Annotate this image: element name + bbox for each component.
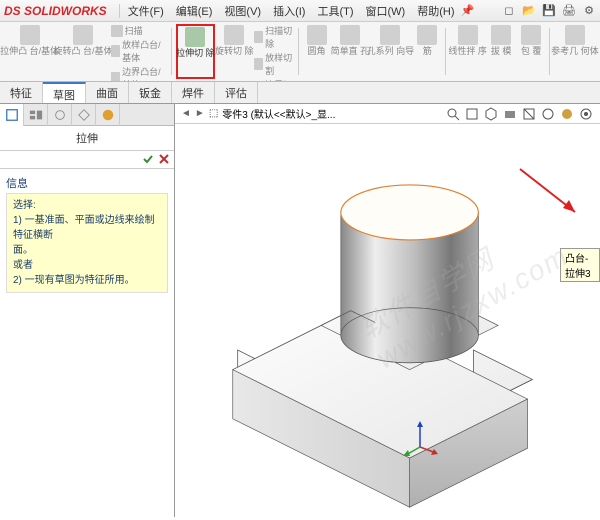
tab-evaluate[interactable]: 评估	[215, 82, 258, 103]
panel-tab-display[interactable]	[48, 104, 72, 126]
menu-tools[interactable]: 工具(T)	[311, 3, 359, 19]
logo-name: SOLIDWORKS	[24, 4, 107, 18]
fillet-button[interactable]: 圆角	[303, 24, 331, 79]
info-or: 或者	[13, 258, 161, 273]
info-line1: 1) 一基准面、平面或边线来绘制特征横断 面。	[13, 213, 161, 258]
menu-bar: DS SOLIDWORKS 文件(F) 编辑(E) 视图(V) 插入(I) 工具…	[0, 0, 600, 22]
tab-sheetmetal[interactable]: 钣金	[129, 82, 172, 103]
pattern-button[interactable]: 简单直 孔	[333, 24, 368, 79]
ribbon: 拉伸凸 台/基体 旋转凸 台/基体 扫描 放样凸台/基体 边界凸台/基体 拉伸切…	[0, 22, 600, 82]
quick-access: ◻ 📂 💾 🖨 ⚙	[502, 4, 596, 18]
origin-triad-icon	[400, 417, 440, 457]
feature-tooltip: 凸台-拉伸3	[560, 248, 600, 282]
loft-button[interactable]: 放样凸台/基体	[111, 38, 168, 64]
annotation-arrow	[515, 164, 595, 224]
menu-insert[interactable]: 插入(I)	[267, 3, 311, 19]
zoom-fit-icon[interactable]	[445, 106, 461, 122]
menu-view[interactable]: 视图(V)	[218, 3, 267, 19]
sweep-button[interactable]: 扫描	[111, 24, 168, 37]
options-icon[interactable]: ⚙	[582, 4, 596, 18]
panel-tab-appearance[interactable]	[96, 104, 120, 126]
info-section: 信息 选择: 1) 一基准面、平面或边线来绘制特征横断 面。 或者 2) 一现有…	[0, 169, 174, 297]
tab-surfaces[interactable]: 曲面	[86, 82, 129, 103]
app-logo: DS SOLIDWORKS	[4, 4, 107, 18]
panel-tab-dimexpert[interactable]	[72, 104, 96, 126]
panel-tab-config[interactable]	[24, 104, 48, 126]
tab-weldments[interactable]: 焊件	[172, 82, 215, 103]
settings-icon[interactable]	[578, 106, 594, 122]
save-icon[interactable]: 💾	[542, 4, 556, 18]
extrude-boss-button[interactable]: 拉伸凸 台/基体	[4, 24, 55, 79]
draft-button[interactable]: 拔 模	[487, 24, 515, 79]
menu-file[interactable]: 文件(F)	[122, 3, 170, 19]
hole-wizard-button[interactable]: 孔系列 向导	[369, 24, 411, 79]
info-box: 选择: 1) 一基准面、平面或边线来绘制特征横断 面。 或者 2) 一现有草图为…	[6, 193, 168, 293]
new-icon[interactable]: ◻	[502, 4, 516, 18]
workspace: 拉伸 信息 选择: 1) 一基准面、平面或边线来绘制特征横断 面。 或者 2) …	[0, 104, 600, 517]
rib-button[interactable]: 筋	[413, 24, 441, 79]
menu-help[interactable]: 帮助(H)	[411, 3, 460, 19]
graphics-canvas[interactable]: ◄ ► ⬚ 零件3 (默认<<默认>_显...	[175, 104, 600, 517]
boundary-button[interactable]: 边界凸台/基体	[111, 65, 168, 82]
print-icon[interactable]: 🖨	[562, 4, 576, 18]
history-fwd-icon[interactable]: ►	[195, 108, 205, 119]
menu-window[interactable]: 窗口(W)	[360, 3, 412, 19]
extrude-cut-button[interactable]: 拉伸切 除	[176, 24, 215, 79]
open-icon[interactable]: 📂	[522, 4, 536, 18]
info-select-label: 选择:	[13, 198, 161, 213]
history-back-icon[interactable]: ◄	[181, 108, 191, 119]
view-orient-icon[interactable]	[483, 106, 499, 122]
display-style-icon[interactable]	[502, 106, 518, 122]
model-viewport[interactable]: 凸台-拉伸3 软件自学网 www.rjzxw.com	[175, 124, 600, 517]
pin-icon[interactable]: 📌	[461, 4, 475, 18]
cancel-icon[interactable]	[158, 153, 170, 165]
scene-icon[interactable]	[540, 106, 556, 122]
tab-sketch[interactable]: 草图	[43, 82, 86, 103]
revolve-cut-button[interactable]: 旋转切 除	[217, 24, 252, 79]
feature-panel: 拉伸 信息 选择: 1) 一基准面、平面或边线来绘制特征横断 面。 或者 2) …	[0, 104, 175, 517]
linear-pattern-button[interactable]: 线性拌 序	[450, 24, 485, 79]
menu-edit[interactable]: 编辑(E)	[170, 3, 219, 19]
appearance-icon[interactable]	[559, 106, 575, 122]
info-header: 信息	[6, 173, 168, 193]
section-view-icon[interactable]	[521, 106, 537, 122]
command-tabs: 特征 草图 曲面 钣金 焊件 评估	[0, 82, 600, 104]
shell-button[interactable]: 包 覆	[517, 24, 545, 79]
part-icon: ⬚	[209, 108, 218, 119]
document-name[interactable]: 零件3 (默认<<默认>_显...	[222, 106, 335, 121]
panel-tab-feature[interactable]	[0, 104, 24, 126]
view-toolbar	[443, 104, 596, 124]
ref-geom-button[interactable]: 参考几 何体	[554, 24, 596, 79]
panel-title: 拉伸	[0, 126, 174, 151]
ok-icon[interactable]	[142, 153, 154, 165]
sweep-cut-button[interactable]: 扫描切除	[254, 24, 294, 50]
logo-prefix: DS	[4, 4, 21, 18]
tab-features[interactable]: 特征	[0, 82, 43, 103]
info-line2: 2) 一现有草图为特征所用。	[13, 273, 161, 288]
panel-action-icons	[0, 151, 174, 169]
loft-cut-button[interactable]: 放样切割	[254, 51, 294, 77]
panel-tabs	[0, 104, 174, 126]
revolve-boss-button[interactable]: 旋转凸 台/基体	[57, 24, 108, 79]
zoom-area-icon[interactable]	[464, 106, 480, 122]
